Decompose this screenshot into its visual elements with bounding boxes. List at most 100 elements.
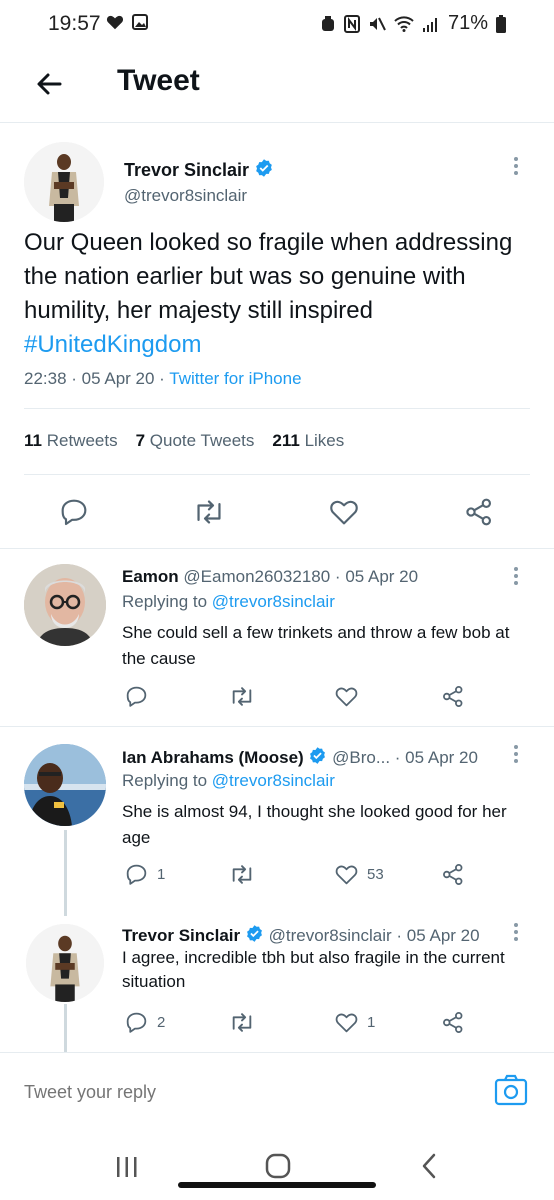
reply-more-options-button[interactable] [510,742,522,766]
reply-avatar[interactable] [24,744,106,826]
home-button[interactable] [264,1152,292,1185]
quote-tweets-stat[interactable]: 7 Quote Tweets [136,431,255,451]
share-icon [443,686,463,707]
reply-like-button[interactable]: 53 [334,862,384,887]
author-name: Trevor Sinclair [124,160,250,180]
retweets-stat[interactable]: 11 Retweets [24,431,118,451]
heart-status-icon [106,15,124,30]
reply-more-options-button[interactable] [510,564,522,588]
share-icon [466,498,492,526]
status-notification-icons [106,14,148,30]
retweet-button[interactable] [192,496,226,533]
reply-retweet-button[interactable] [228,1010,256,1040]
share-button[interactable] [462,496,496,533]
nfc-icon [343,14,360,33]
replying-to: Replying to @trevor8sinclair [122,771,335,790]
reply-more-options-button[interactable] [510,920,522,944]
home-icon [265,1153,291,1179]
divider [24,408,530,409]
likes-stat[interactable]: 211 Likes [272,431,344,451]
avatar-person-image [24,744,106,826]
heart-icon [330,500,358,525]
reply-retweet-button[interactable] [228,862,256,892]
reply-share-button[interactable] [440,684,466,714]
heart-icon [335,865,358,885]
like-count: 1 [367,1014,376,1031]
reply-date: 05 Apr 20 [406,926,480,945]
system-back-button[interactable] [418,1152,442,1185]
mute-icon [369,17,386,30]
author-handle[interactable]: @trevor8sinclair [124,186,247,206]
reply-author-handle[interactable]: @trevor8sinclair [269,926,392,945]
reply-like-button[interactable] [334,684,367,709]
back-button[interactable] [32,66,68,102]
reply-date: 05 Apr 20 [405,748,478,767]
tweet-stats: 11 Retweets 7 Quote Tweets 211 Likes [24,431,344,451]
reply-like-button[interactable]: 1 [334,1010,375,1035]
retweet-icon [232,865,252,884]
thread-connector-line [64,1004,67,1052]
reply-text: She is almost 94, I thought she looked g… [122,802,507,847]
reply-reply-button[interactable]: 2 [124,1010,165,1035]
gesture-handle[interactable] [178,1182,376,1188]
reply-author-handle[interactable]: @Eamon26032180 [183,567,330,586]
status-bar: 19:57 71% [0,0,554,50]
alarm-icon [321,15,334,31]
reply-author-name[interactable]: Trevor Sinclair [122,926,240,945]
reply-count: 2 [157,1014,166,1031]
gallery-status-icon [132,14,148,30]
reply-button[interactable] [58,496,90,533]
retweet-icon [232,687,252,706]
reply-header: Eamon @Eamon26032180 · 05 Apr 20 [122,567,419,586]
battery-icon [496,14,506,33]
hashtag-link[interactable]: #UnitedKingdom [24,331,201,358]
reply-icon [126,686,147,707]
reply-composer-bar [0,1052,554,1133]
status-time: 19:57 [48,12,101,35]
reply-author-name[interactable]: Ian Abrahams (Moose) [122,748,304,767]
reply-input[interactable] [22,1075,466,1109]
add-photo-button[interactable] [494,1073,528,1112]
reply-icon [126,1012,147,1033]
reply-retweet-button[interactable] [228,684,256,714]
page-title: Tweet [117,64,200,97]
reply-header: Ian Abrahams (Moose) @Bro... · 05 Apr 20 [122,747,478,767]
main-tweet-author[interactable]: Trevor Sinclair [124,158,274,181]
top-app-bar: Tweet [0,50,554,123]
main-tweet-text: Our Queen looked so fragile when address… [24,226,524,362]
thread-connector-line [64,830,67,916]
avatar-person-image [26,924,104,1002]
reply-avatar[interactable] [24,564,106,646]
status-system-icons: 71% [320,12,506,35]
replying-to: Replying to @trevor8sinclair [122,592,335,611]
reply-share-button[interactable] [440,1010,466,1040]
avatar-person-image [24,142,104,222]
verified-badge-icon [256,159,272,177]
reply-reply-button[interactable] [124,684,157,709]
replying-to-link[interactable]: @trevor8sinclair [212,592,335,611]
divider [24,474,530,475]
tweet-source[interactable]: Twitter for iPhone [169,369,301,388]
reply-avatar[interactable] [26,924,104,1002]
replying-to-link[interactable]: @trevor8sinclair [212,771,335,790]
reply-reply-button[interactable]: 1 [124,862,165,887]
verified-badge-icon [310,747,326,764]
retweet-icon [232,1013,252,1032]
camera-icon [494,1074,528,1106]
reply-count: 1 [157,866,166,883]
recent-apps-button[interactable] [114,1156,140,1183]
reply-author-handle[interactable]: @Bro... [332,748,390,767]
reply-icon [61,499,87,526]
reply-text: I agree, incredible tbh but also fragile… [122,948,505,991]
avatar-person-image [24,564,106,646]
chevron-left-icon [422,1153,436,1179]
recent-apps-icon [117,1157,137,1177]
tweet-meta: 22:38 · 05 Apr 20 · Twitter for iPhone [24,369,302,388]
verified-badge-icon [246,925,262,942]
wifi-icon [394,15,414,32]
like-button[interactable] [328,496,360,533]
reply-share-button[interactable] [440,862,466,892]
reply-author-name[interactable]: Eamon [122,567,179,586]
main-tweet-avatar[interactable] [24,142,104,222]
more-options-button[interactable] [510,154,522,178]
